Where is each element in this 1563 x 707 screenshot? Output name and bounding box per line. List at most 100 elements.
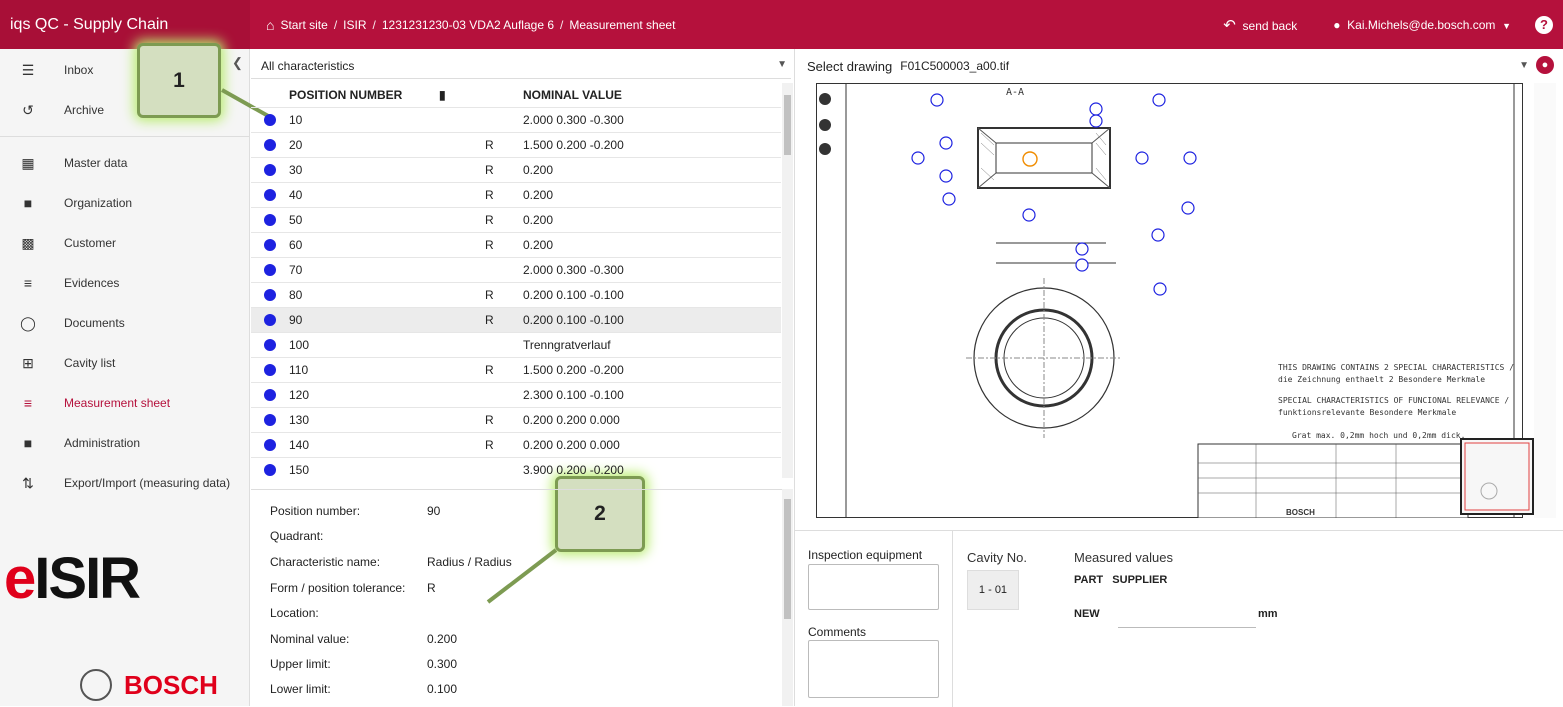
table-row[interactable]: 70 2.000 0.300 -0.300 — [251, 258, 781, 283]
inspection-equipment-label: Inspection equipment — [808, 548, 923, 562]
user-menu[interactable]: ● Kai.Michels@de.bosch.com ▼ — [1333, 18, 1511, 32]
cell-position: 30 — [289, 163, 303, 177]
cell-position: 90 — [289, 313, 303, 327]
cell-nominal: 0.200 0.100 -0.100 — [523, 288, 624, 302]
sidebar-item-organization[interactable]: ■ Organization — [0, 183, 249, 223]
bosch-logo: BOSCH — [80, 669, 218, 701]
inspection-equipment-input[interactable] — [808, 564, 939, 610]
sidebar: ❮ ☰ Inbox ↺ Archive ▦ Master data ■ Organiza… — [0, 49, 250, 706]
table-row[interactable]: 100 Trenngratverlauf — [251, 333, 781, 358]
cell-position: 60 — [289, 238, 303, 252]
breadcrumb-start-site[interactable]: Start site — [280, 18, 327, 32]
zoom-in-icon[interactable] — [819, 93, 831, 105]
table-row[interactable]: 50 R 0.200 — [251, 208, 781, 233]
cell-form: R — [485, 213, 494, 227]
new-label: NEW — [1074, 608, 1100, 620]
detail-value: 0.200 — [427, 632, 458, 646]
app-title[interactable]: iqs QC - Supply Chain — [0, 0, 250, 49]
drawing-scrollbar[interactable] — [1534, 83, 1556, 518]
detail-row: Position number: 90 — [270, 504, 440, 522]
table-row[interactable]: 10 2.000 0.300 -0.300 — [251, 108, 781, 133]
detail-label: Position number: — [270, 504, 361, 518]
breadcrumb-order[interactable]: 1231231230-03 VDA2 Auflage 6 — [382, 18, 554, 32]
send-back-label: send back — [1242, 18, 1298, 33]
drawing-file: F01C500003_a00.tif — [900, 59, 1010, 73]
breadcrumb: ⌂ Start site / ISIR / 1231231230-03 VDA2… — [266, 16, 676, 33]
sidebar-item-master-data[interactable]: ▦ Master data — [0, 143, 249, 183]
book-icon: ▦ — [21, 154, 35, 171]
section-label: A-A — [1006, 87, 1024, 98]
cavity-no-label: Cavity No. — [967, 550, 1027, 565]
table-row[interactable]: 80 R 0.200 0.100 -0.100 — [251, 283, 781, 308]
detail-row: Characteristic name: Radius / Radius — [270, 555, 512, 573]
detail-label: Nominal value: — [270, 632, 350, 646]
column-position-number[interactable]: POSITION NUMBER — [289, 88, 439, 102]
table-row[interactable]: 30 R 0.200 — [251, 158, 781, 183]
table-row[interactable]: 60 R 0.200 — [251, 233, 781, 258]
collapse-sidebar-icon[interactable]: ❮ — [232, 55, 243, 71]
table-row-selected[interactable]: 90 R 0.200 0.100 -0.100 — [251, 308, 781, 333]
status-dot — [264, 114, 276, 126]
table-row[interactable]: 20 R 1.500 0.200 -0.200 — [251, 133, 781, 158]
zoom-reset-icon[interactable] — [819, 119, 831, 131]
sidebar-item-documents[interactable]: ◯ Documents — [0, 303, 249, 343]
measured-values-label: Measured values — [1074, 550, 1173, 565]
table-scrollbar[interactable] — [782, 83, 793, 478]
technical-drawing[interactable]: A-A THIS DRAWING CONTAINS 2 SPECIAL CHAR… — [816, 83, 1534, 518]
sort-icon: ⇅ — [22, 474, 34, 491]
detail-label: Quadrant: — [270, 529, 324, 543]
detail-row: Lower limit: 0.100 — [270, 682, 457, 700]
paperclip-icon[interactable]: ● — [1536, 56, 1554, 74]
table-row[interactable]: 40 R 0.200 — [251, 183, 781, 208]
chevron-down-icon: ▼ — [1502, 20, 1511, 31]
history-icon: ↺ — [22, 101, 34, 118]
drawing-minimap[interactable] — [1460, 438, 1534, 515]
detail-scrollbar[interactable] — [782, 489, 793, 706]
detail-value: R — [427, 581, 436, 595]
sidebar-item-cavity-list[interactable]: ⊞ Cavity list — [0, 343, 249, 383]
sidebar-item-label: Master data — [64, 156, 128, 170]
table-row[interactable]: 130 R 0.200 0.200 0.000 — [251, 408, 781, 433]
cell-form: R — [485, 288, 494, 302]
reply-icon: ↶ — [1223, 16, 1236, 34]
detail-row: Nominal value: 0.200 — [270, 632, 457, 650]
detail-label: Location: — [270, 606, 319, 620]
comments-input[interactable] — [808, 640, 939, 698]
sidebar-item-administration[interactable]: ■ Administration — [0, 423, 249, 463]
measured-value-input[interactable] — [1118, 603, 1256, 628]
home-icon[interactable]: ⌂ — [266, 17, 274, 33]
table-row[interactable]: 140 R 0.200 0.200 0.000 — [251, 433, 781, 458]
sidebar-item-label: Export/Import (measuring data) — [64, 476, 231, 490]
sidebar-item-customer[interactable]: ▩ Customer — [0, 223, 249, 263]
cell-position: 10 — [289, 113, 303, 127]
characteristics-filter[interactable]: All characteristics ▼ — [251, 53, 791, 79]
drawing-selector[interactable]: Select drawing F01C500003_a00.tif ▼ ● — [807, 53, 1557, 79]
status-dot — [264, 389, 276, 401]
cell-nominal: Trenngratverlauf — [523, 338, 611, 352]
breadcrumb-isir[interactable]: ISIR — [343, 18, 366, 32]
cell-nominal: 2.000 0.300 -0.300 — [523, 113, 624, 127]
comments-label: Comments — [808, 625, 867, 639]
send-back-button[interactable]: ↶ send back — [1223, 16, 1297, 34]
sidebar-item-label: Customer — [64, 236, 117, 250]
cell-position: 80 — [289, 288, 303, 302]
detail-label: Upper limit: — [270, 657, 331, 671]
column-nominal-value[interactable]: NOMINAL VALUE — [523, 88, 781, 102]
table-row[interactable]: 150 3.900 0.200 -0.200 — [251, 458, 781, 478]
detail-row: Location: — [270, 606, 427, 624]
cell-position: 20 — [289, 138, 303, 152]
cavity-value[interactable]: 1 - 01 — [967, 570, 1019, 610]
sidebar-item-export-import[interactable]: ⇅ Export/Import (measuring data) — [0, 463, 249, 503]
sidebar-item-measurement-sheet[interactable]: ≡ Measurement sheet — [0, 383, 249, 423]
zoom-out-icon[interactable] — [819, 143, 831, 155]
cell-position: 130 — [289, 413, 310, 427]
table-row[interactable]: 120 2.300 0.100 -0.100 — [251, 383, 781, 408]
sidebar-item-evidences[interactable]: ≡ Evidences — [0, 263, 249, 303]
table-row[interactable]: 110 R 1.500 0.200 -0.200 — [251, 358, 781, 383]
detail-value: Radius / Radius — [427, 555, 512, 569]
help-icon[interactable]: ? — [1535, 15, 1553, 34]
cell-position: 50 — [289, 213, 303, 227]
building-icon: ▩ — [21, 234, 35, 251]
cell-nominal: 0.200 0.200 0.000 — [523, 413, 620, 427]
status-dot — [264, 139, 276, 151]
